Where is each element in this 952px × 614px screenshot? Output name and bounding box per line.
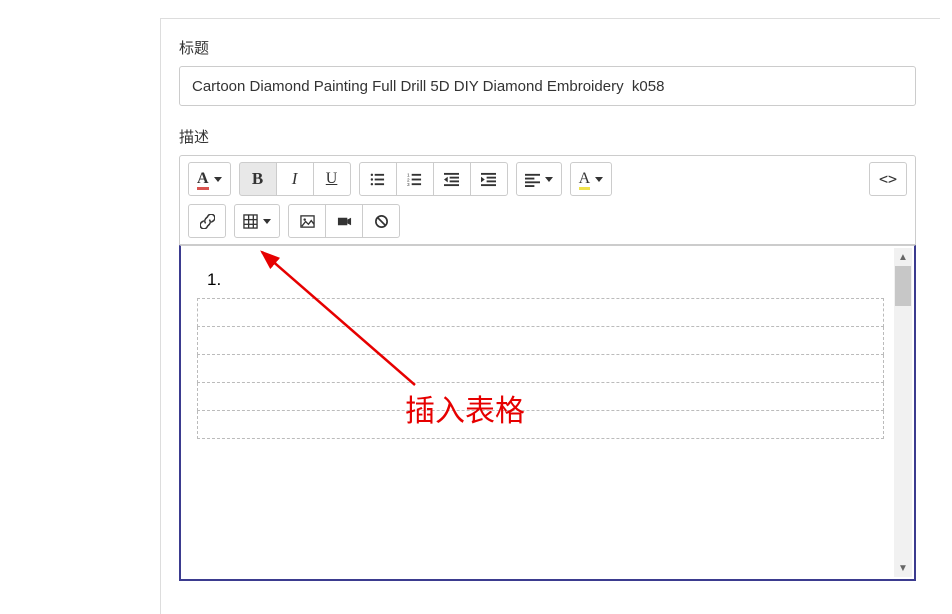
indent-icon: [481, 172, 496, 187]
codeview-button[interactable]: <>: [869, 162, 907, 196]
unordered-list-icon: [370, 172, 385, 187]
vertical-scrollbar[interactable]: ▲ ▼: [894, 248, 912, 577]
caret-down-icon: [545, 177, 553, 182]
svg-text:3: 3: [407, 182, 410, 187]
highlight-icon: A: [579, 170, 591, 188]
editor-content[interactable]: 1.: [191, 256, 890, 569]
editor-toolbar: A B I U: [179, 155, 916, 245]
table-icon: [243, 214, 258, 229]
scroll-track[interactable]: [894, 266, 912, 559]
inserted-table[interactable]: [197, 298, 884, 439]
table-button[interactable]: [234, 204, 280, 238]
ordered-list-button[interactable]: 123: [396, 162, 434, 196]
caret-down-icon: [214, 177, 222, 182]
picture-icon: [300, 214, 315, 229]
list-group: 123: [359, 162, 508, 196]
font-color-button[interactable]: A: [188, 162, 231, 196]
description-block: 描述 A B I: [179, 126, 916, 581]
video-button[interactable]: [325, 204, 363, 238]
ordered-list-icon: 123: [407, 172, 422, 187]
title-input[interactable]: [179, 66, 916, 106]
codeview-group: <>: [869, 162, 907, 196]
link-icon: [200, 214, 215, 229]
italic-button[interactable]: I: [276, 162, 314, 196]
scroll-down-arrow-icon[interactable]: ▼: [894, 559, 912, 577]
ban-icon: [374, 214, 389, 229]
toolbar-row-1: A B I U: [188, 162, 907, 196]
scroll-up-arrow-icon[interactable]: ▲: [894, 248, 912, 266]
description-label: 描述: [179, 126, 916, 147]
title-label: 标题: [179, 37, 916, 58]
bold-button[interactable]: B: [239, 162, 277, 196]
link-group: [188, 204, 226, 238]
link-button[interactable]: [188, 204, 226, 238]
font-color-group: A: [188, 162, 231, 196]
align-left-icon: [525, 172, 540, 187]
table-group: [234, 204, 280, 238]
caret-down-icon: [595, 177, 603, 182]
video-icon: [337, 214, 352, 229]
form-panel: 标题 描述 A: [160, 18, 940, 614]
ordered-list-item[interactable]: 1.: [207, 270, 884, 290]
scroll-thumb[interactable]: [895, 266, 911, 306]
caret-down-icon: [263, 219, 271, 224]
table-cell[interactable]: [198, 383, 884, 411]
style-group: B I U: [239, 162, 351, 196]
table-cell[interactable]: [198, 299, 884, 327]
indent-button[interactable]: [470, 162, 508, 196]
toolbar-row-2: [188, 204, 907, 238]
underline-button[interactable]: U: [313, 162, 351, 196]
font-color-icon: A: [197, 170, 209, 188]
table-cell[interactable]: [198, 327, 884, 355]
page-root: 标题 描述 A: [0, 0, 952, 614]
table-cell[interactable]: [198, 355, 884, 383]
remove-format-button[interactable]: [362, 204, 400, 238]
outdent-icon: [444, 172, 459, 187]
table-cell[interactable]: [198, 411, 884, 439]
unordered-list-button[interactable]: [359, 162, 397, 196]
align-group: [516, 162, 562, 196]
media-group: [288, 204, 400, 238]
picture-button[interactable]: [288, 204, 326, 238]
highlight-button[interactable]: A: [570, 162, 613, 196]
editor-area[interactable]: 1. ▲ ▼: [179, 245, 916, 581]
highlight-group: A: [570, 162, 613, 196]
align-button[interactable]: [516, 162, 562, 196]
outdent-button[interactable]: [433, 162, 471, 196]
